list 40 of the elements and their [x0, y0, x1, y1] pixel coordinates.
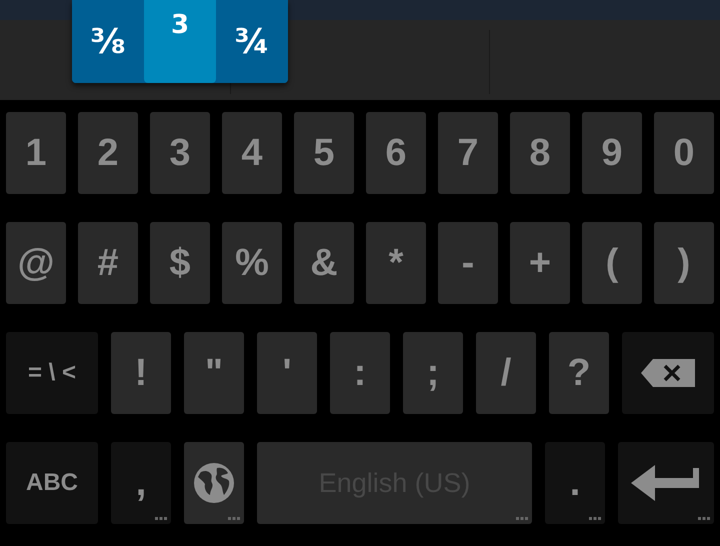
key[interactable]: +: [510, 222, 570, 304]
key[interactable]: #: [78, 222, 138, 304]
key[interactable]: $: [150, 222, 210, 304]
key[interactable]: -: [438, 222, 498, 304]
enter-key[interactable]: [618, 442, 714, 524]
globe-key[interactable]: [184, 442, 244, 524]
key[interactable]: 8: [510, 112, 570, 194]
globe-icon: [193, 462, 235, 504]
key[interactable]: 3: [150, 112, 210, 194]
key[interactable]: ): [654, 222, 714, 304]
mode-key[interactable]: = \ <: [6, 332, 98, 414]
key[interactable]: 5: [294, 112, 354, 194]
key[interactable]: 0: [654, 112, 714, 194]
key[interactable]: *: [366, 222, 426, 304]
key[interactable]: ': [257, 332, 317, 414]
key[interactable]: :: [330, 332, 390, 414]
key[interactable]: ,: [111, 442, 171, 524]
backspace-key[interactable]: [622, 332, 714, 414]
key[interactable]: 7: [438, 112, 498, 194]
backspace-icon: [641, 359, 695, 387]
key[interactable]: (: [582, 222, 642, 304]
key[interactable]: ;: [403, 332, 463, 414]
key[interactable]: 1: [6, 112, 66, 194]
key[interactable]: 4: [222, 112, 282, 194]
key[interactable]: /: [476, 332, 536, 414]
mode-key[interactable]: ABC: [6, 442, 98, 524]
suggestion[interactable]: ⅜: [72, 0, 144, 83]
key[interactable]: 2: [78, 112, 138, 194]
key[interactable]: .: [545, 442, 605, 524]
suggestion[interactable]: ¾: [216, 0, 288, 83]
key[interactable]: 6: [366, 112, 426, 194]
key[interactable]: ?: [549, 332, 609, 414]
key[interactable]: !: [111, 332, 171, 414]
key[interactable]: ": [184, 332, 244, 414]
key[interactable]: &: [294, 222, 354, 304]
key[interactable]: 9: [582, 112, 642, 194]
key[interactable]: %: [222, 222, 282, 304]
suggestion[interactable]: 3: [144, 0, 216, 83]
enter-icon: [631, 465, 701, 501]
key[interactable]: @: [6, 222, 66, 304]
